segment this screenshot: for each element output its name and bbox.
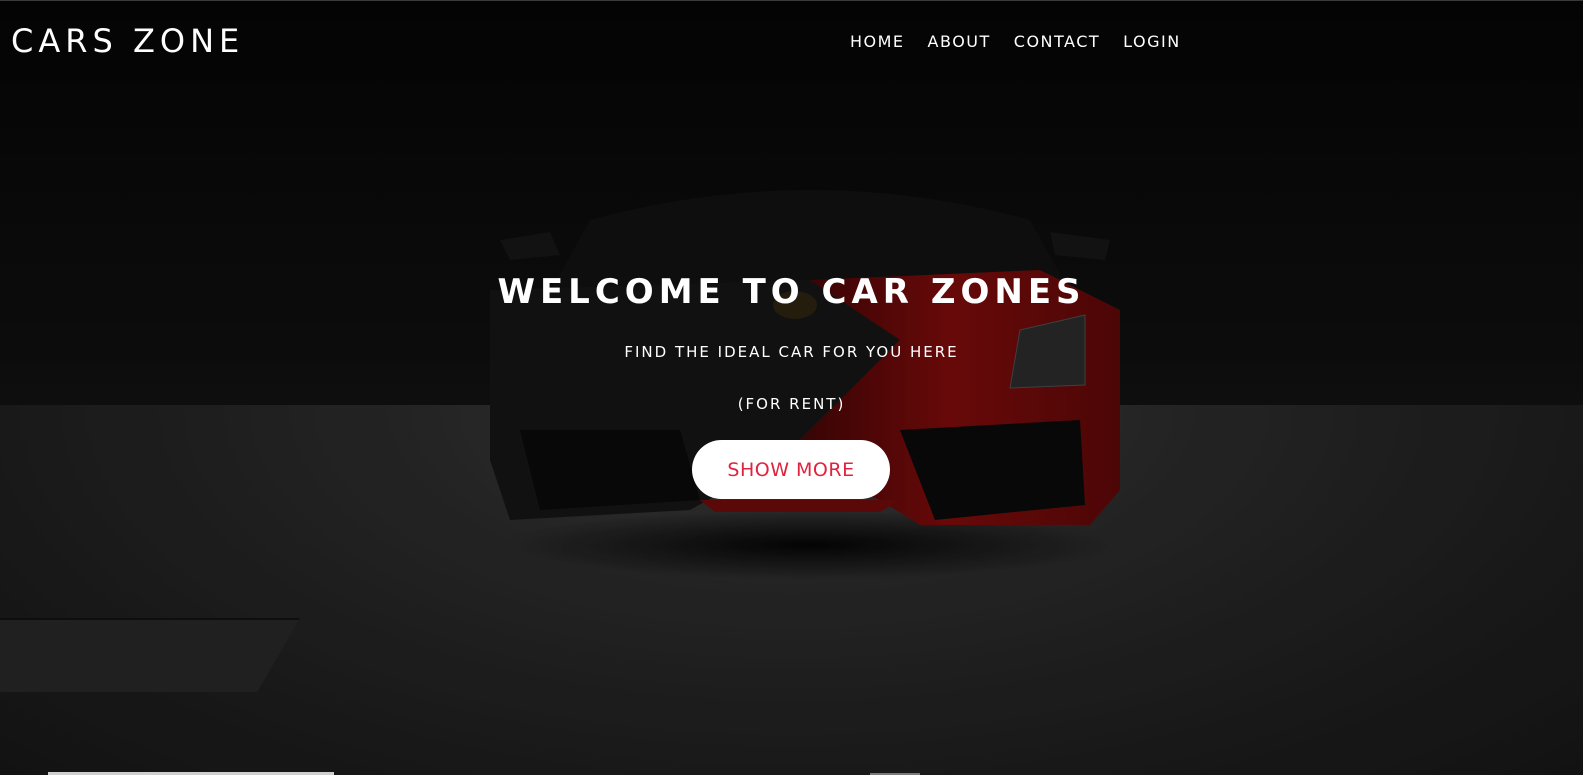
nav-contact-link[interactable]: CONTACT — [1014, 31, 1100, 53]
nav-home-link[interactable]: HOME — [850, 31, 905, 53]
nav-about-link[interactable]: ABOUT — [928, 31, 991, 53]
site-header: CARS ZONE HOME ABOUT CONTACT LOGIN — [0, 0, 1583, 81]
nav-login-link[interactable]: LOGIN — [1123, 31, 1181, 53]
landing-page: CARS ZONE HOME ABOUT CONTACT LOGIN WELCO… — [0, 0, 1583, 775]
hero-title: WELCOME TO CAR ZONES — [497, 272, 1086, 312]
brand-logo[interactable]: CARS ZONE — [11, 21, 244, 61]
hero-note: (FOR RENT) — [737, 395, 846, 413]
hero-background — [0, 0, 1583, 775]
main-nav: HOME ABOUT CONTACT LOGIN — [850, 31, 1204, 53]
show-more-button[interactable]: SHOW MORE — [692, 440, 890, 499]
dark-overlay — [0, 0, 1583, 775]
hero-subtitle: FIND THE IDEAL CAR FOR YOU HERE — [624, 343, 959, 361]
